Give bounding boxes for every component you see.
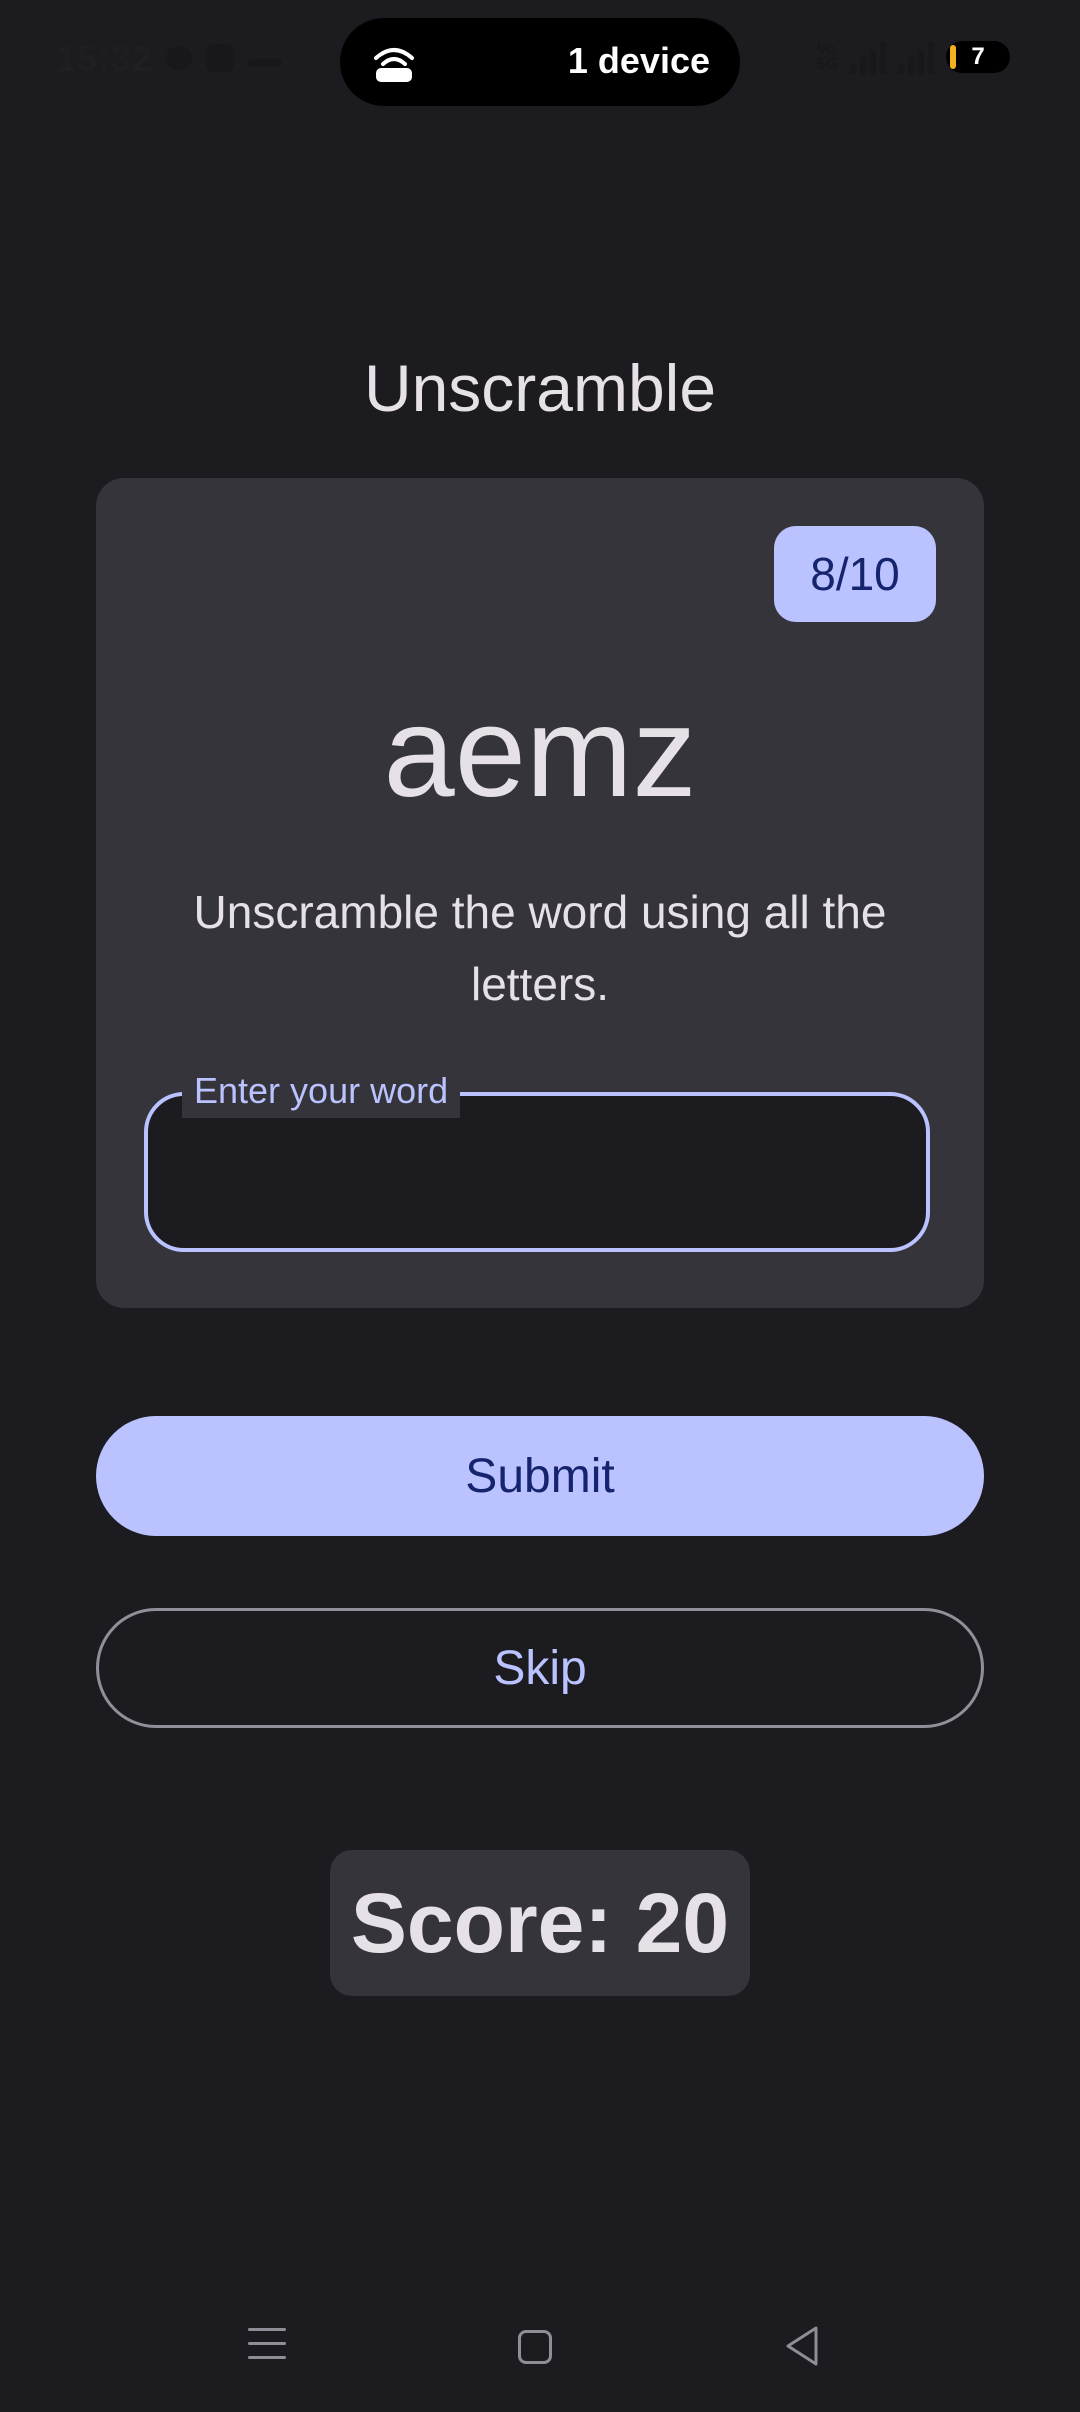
status-icons-left <box>166 44 282 72</box>
word-input-label: Enter your word <box>182 1064 461 1118</box>
more-icon <box>248 59 282 67</box>
volte-icon: Vo 5G <box>816 41 838 73</box>
status-icons-right: Vo 5G 7 <box>817 40 1010 74</box>
score-display: Score: 20 <box>330 1850 750 1996</box>
scrambled-word: aemz <box>383 681 697 824</box>
hotspot-icon <box>374 48 414 82</box>
page-title: Unscramble <box>363 351 717 425</box>
skip-button[interactable]: Skip <box>96 1608 984 1728</box>
hotspot-pill[interactable]: 1 device <box>340 18 740 106</box>
word-input[interactable] <box>184 1140 888 1206</box>
app-icon <box>206 44 234 72</box>
5g-signal-icon <box>898 40 934 74</box>
chat-icon <box>166 46 192 70</box>
instructions-text: Unscramble the word using all the letter… <box>193 886 887 1010</box>
battery-level: 7 <box>971 43 985 70</box>
signal-icon <box>850 40 886 74</box>
menu-icon[interactable] <box>248 2326 286 2362</box>
home-icon[interactable] <box>518 2330 552 2364</box>
back-icon[interactable] <box>782 2324 822 2368</box>
submit-button[interactable]: Submit <box>96 1416 984 1536</box>
device-count: 1 device <box>567 40 710 81</box>
status-time: 15:32 <box>56 38 154 79</box>
word-card: 8/10 aemz Unscramble the word using all … <box>96 478 984 1308</box>
word-counter-badge: 8/10 <box>774 526 936 622</box>
battery-icon: 7 <box>946 41 1010 73</box>
